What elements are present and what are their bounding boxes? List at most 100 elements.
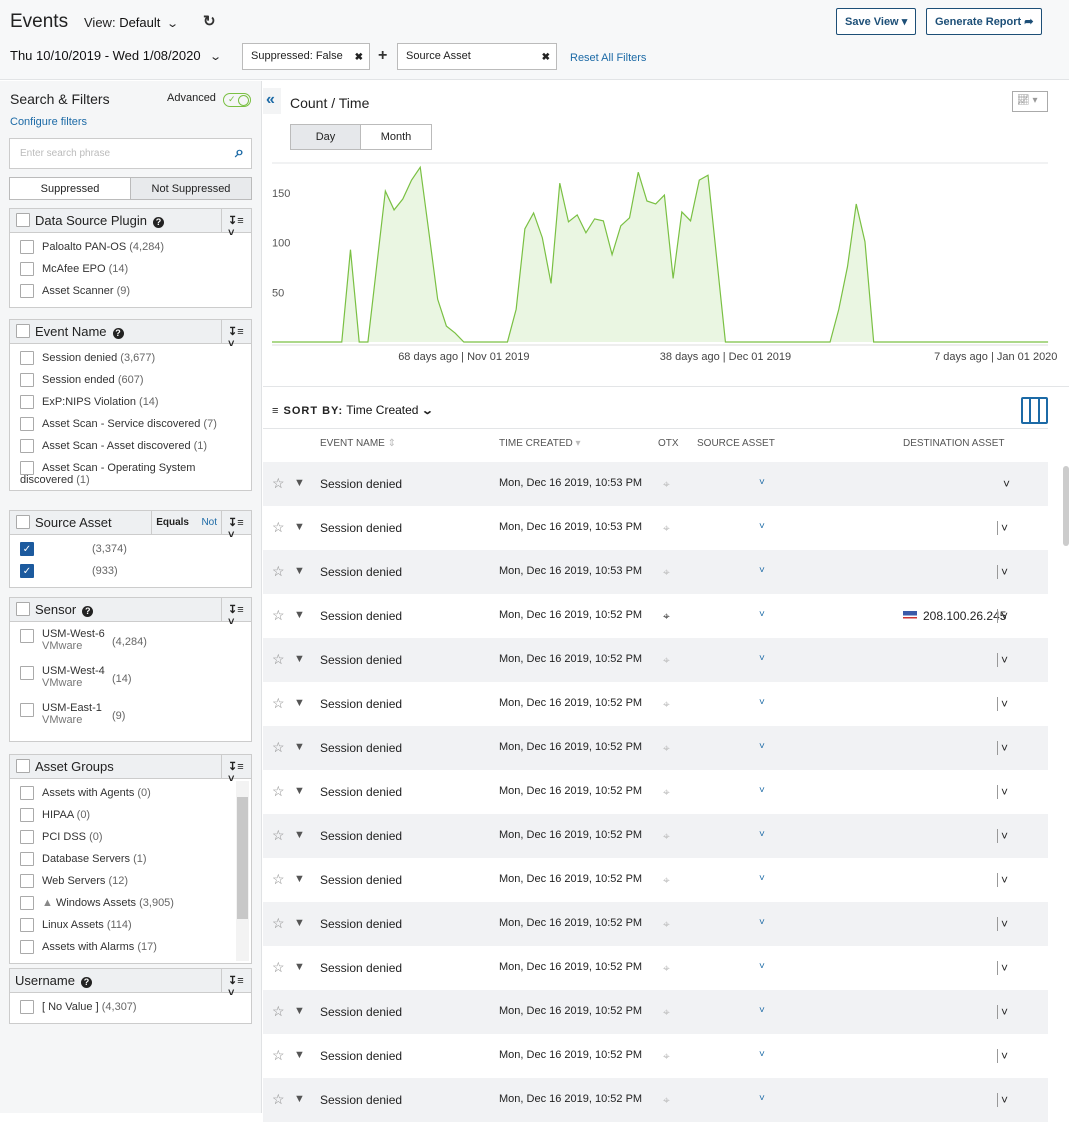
event-name[interactable]: Session denied [320,829,402,843]
filter-icon[interactable]: ▼ [294,873,305,885]
filter-icon[interactable]: ▼ [294,565,305,577]
option-checkbox[interactable] [20,830,34,844]
group-checkbox[interactable] [16,213,30,227]
filter-option[interactable]: USM-West-6(4,284)VMware [10,626,251,663]
table-row[interactable]: ☆▼Session deniedMon, Dec 16 2019, 10:53 … [263,550,1048,594]
filter-option[interactable]: McAfee EPO (14) [10,259,251,281]
source-asset-chevron-icon[interactable]: ˅ [759,609,765,620]
otx-icon[interactable]: ⌖ [663,785,670,800]
otx-icon[interactable]: ⌖ [663,521,670,536]
star-icon[interactable]: ☆ [272,1047,285,1064]
star-icon[interactable]: ☆ [272,1091,285,1108]
option-checkbox[interactable] [20,786,34,800]
sort-options-icon[interactable]: ↧≡ ˅ [221,598,251,621]
source-asset-chevron-icon[interactable]: ˅ [759,873,765,884]
event-name[interactable]: Session denied [320,521,402,535]
collapse-sidebar-icon[interactable]: « [263,88,281,114]
option-checkbox[interactable] [20,284,34,298]
destination-asset-chevron-icon[interactable]: ˅ [997,521,1008,535]
event-name[interactable]: Session denied [320,697,402,711]
otx-icon[interactable]: ⌖ [663,653,670,668]
star-icon[interactable]: ☆ [272,959,285,976]
filter-option[interactable]: HIPAA (0) [10,805,251,827]
table-row[interactable]: ☆▼Session deniedMon, Dec 16 2019, 10:52 … [263,1034,1048,1078]
source-asset-chevron-icon[interactable]: ˅ [759,1049,765,1060]
close-icon[interactable]: ✖ [355,52,363,63]
suppressed-option[interactable]: Suppressed [10,178,130,199]
otx-icon[interactable]: ⌖ [663,697,670,712]
destination-asset-chevron-icon[interactable]: ˅ [997,697,1008,711]
table-row[interactable]: ☆▼Session deniedMon, Dec 16 2019, 10:53 … [263,506,1048,550]
group-checkbox[interactable] [16,324,30,338]
option-checkbox[interactable]: ✓ [20,564,34,578]
star-icon[interactable]: ☆ [272,519,285,536]
option-checkbox[interactable] [20,395,34,409]
help-icon[interactable]: ? [81,977,92,988]
event-name[interactable]: Session denied [320,917,402,931]
source-asset-chevron-icon[interactable]: ˅ [759,1005,765,1016]
filter-option[interactable]: Paloalto PAN-OS (4,284) [10,237,251,259]
option-checkbox[interactable] [20,703,34,717]
scrollbar[interactable] [236,781,249,961]
filter-option[interactable]: Database Servers (1) [10,849,251,871]
month-button[interactable]: Month [361,125,431,149]
event-name[interactable]: Session denied [320,653,402,667]
option-checkbox[interactable] [20,417,34,431]
filter-option[interactable]: ▲ Windows Assets (3,905) [10,893,251,915]
table-row[interactable]: ☆▼Session deniedMon, Dec 16 2019, 10:52 … [263,990,1048,1034]
filter-option[interactable]: Asset Scan - Operating System discovered… [10,458,251,486]
not-toggle[interactable]: Not [199,511,219,534]
destination-asset-chevron-icon[interactable]: ˅ [997,609,1008,623]
option-checkbox[interactable] [20,461,34,475]
event-name[interactable]: Session denied [320,1049,402,1063]
source-asset-chevron-icon[interactable]: ˅ [759,1093,765,1104]
source-asset-chevron-icon[interactable]: ˅ [759,697,765,708]
filter-option[interactable]: PCI DSS (0) [10,827,251,849]
column-header-destination-asset[interactable]: DESTINATION ASSET [903,438,1005,449]
destination-asset-chevron-icon[interactable]: ˅ [997,829,1008,843]
columns-icon[interactable] [1021,397,1048,424]
filter-option[interactable]: USM-West-4(14)VMware [10,663,251,700]
scrollbar-thumb[interactable] [237,797,248,919]
filter-icon[interactable]: ▼ [294,961,305,973]
star-icon[interactable]: ☆ [272,739,285,756]
star-icon[interactable]: ☆ [272,475,285,492]
source-asset-chevron-icon[interactable]: ˅ [759,741,765,752]
refresh-icon[interactable]: ↻ [203,12,216,30]
option-checkbox[interactable] [20,351,34,365]
star-icon[interactable]: ☆ [272,695,285,712]
option-checkbox[interactable] [20,262,34,276]
column-header-source-asset[interactable]: SOURCE ASSET [697,438,775,449]
equals-toggle[interactable]: Equals [151,511,193,534]
filter-option[interactable]: Asset Scan - Service discovered (7) [10,414,251,436]
otx-icon[interactable]: ⌖ [663,961,670,976]
star-icon[interactable]: ☆ [272,651,285,668]
table-row[interactable]: ☆▼Session deniedMon, Dec 16 2019, 10:52 … [263,858,1048,902]
destination-asset-chevron-icon[interactable]: ˅ [997,785,1008,799]
event-name[interactable]: Session denied [320,741,402,755]
filter-icon[interactable]: ▼ [294,785,305,797]
destination-asset-chevron-icon[interactable]: ˅ [1003,477,1010,491]
otx-icon[interactable]: ⌖ [663,1049,670,1064]
event-name[interactable]: Session denied [320,873,402,887]
filter-option[interactable]: Session ended (607) [10,370,251,392]
column-header-event-name[interactable]: EVENT NAME ⇕ [320,438,396,449]
table-row[interactable]: ☆▼Session deniedMon, Dec 16 2019, 10:52 … [263,682,1048,726]
search-icon[interactable]: ⌕ [235,144,244,162]
event-name[interactable]: Session denied [320,1005,402,1019]
filter-icon[interactable]: ▼ [294,829,305,841]
search-input[interactable]: Enter search phrase⌕ [9,138,252,169]
source-asset-chevron-icon[interactable]: ˅ [759,477,765,488]
filter-option[interactable]: ✓ (3,374) [10,539,251,561]
event-name[interactable]: Session denied [320,609,402,623]
option-checkbox[interactable] [20,808,34,822]
star-icon[interactable]: ☆ [272,607,285,624]
source-asset-chevron-icon[interactable]: ˅ [759,521,765,532]
generate-report-button[interactable]: Generate Report ➦ [926,8,1042,35]
help-icon[interactable]: ? [153,217,164,228]
group-checkbox[interactable] [16,759,30,773]
sort-options-icon[interactable]: ↧≡ ˅ [221,320,251,343]
source-asset-chevron-icon[interactable]: ˅ [759,653,765,664]
option-checkbox[interactable]: ✓ [20,542,34,556]
filter-icon[interactable]: ▼ [294,741,305,753]
